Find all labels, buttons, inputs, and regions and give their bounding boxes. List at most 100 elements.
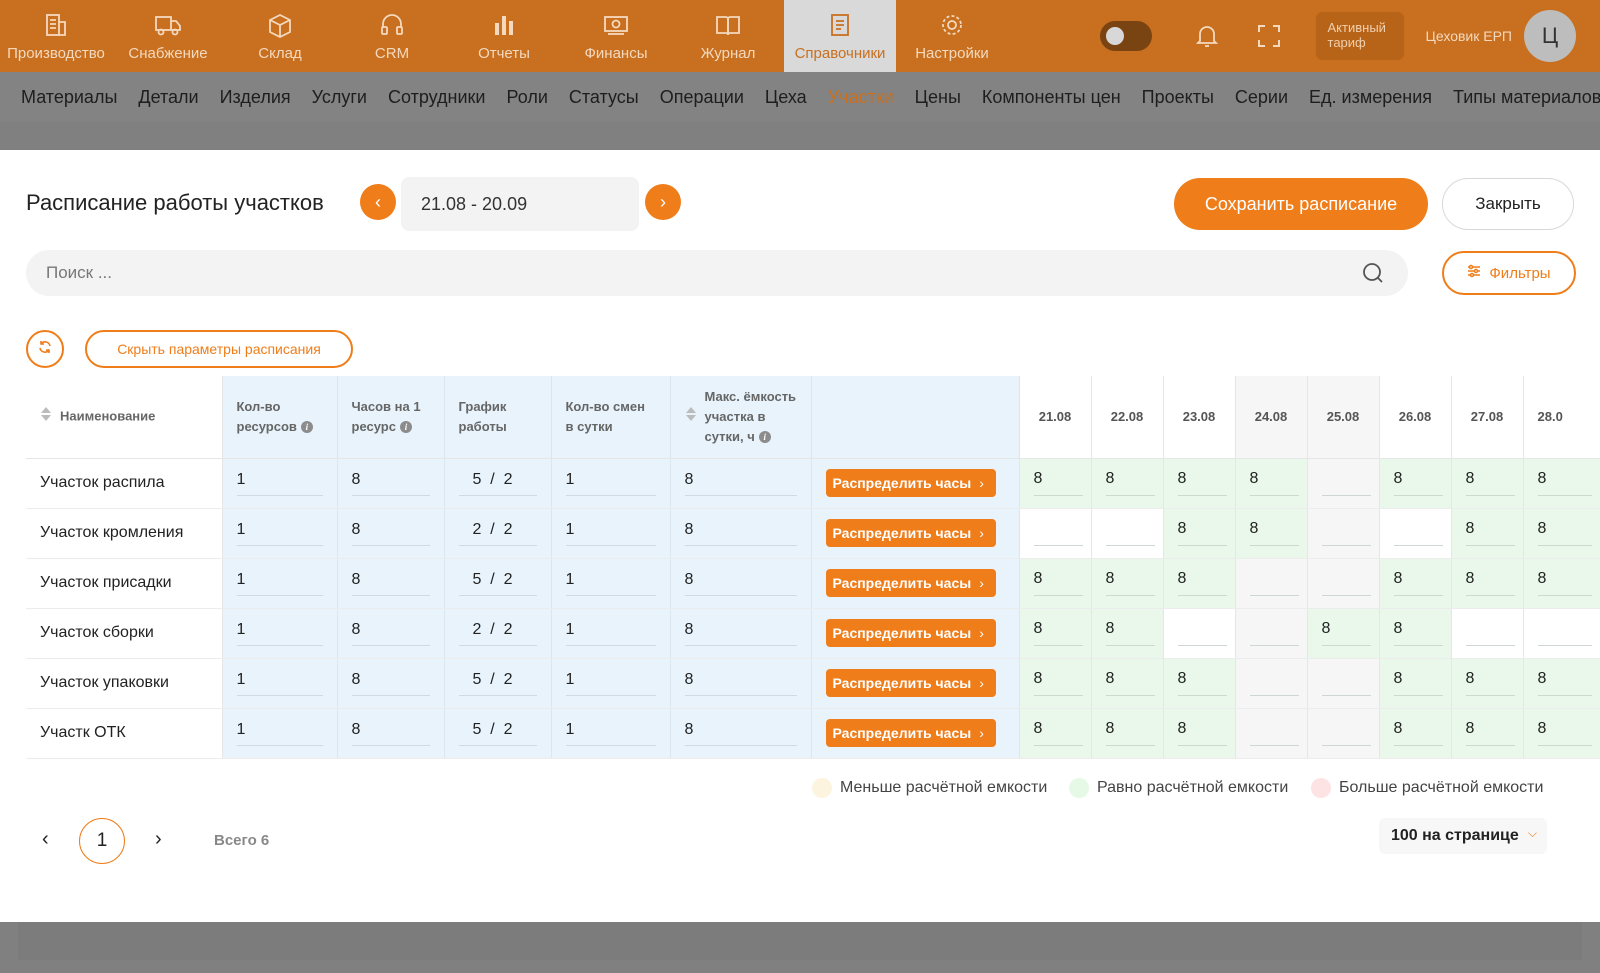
filters-button[interactable]: Фильтры bbox=[1442, 251, 1576, 295]
schedule-input[interactable]: 5 / 2 bbox=[458, 671, 537, 696]
distribute-hours-button[interactable]: Распределить часы › bbox=[825, 569, 996, 597]
subnav-item[interactable]: Цены bbox=[915, 87, 961, 108]
avatar[interactable]: Ц bbox=[1524, 10, 1576, 62]
schedule-input[interactable]: 2 / 2 bbox=[458, 521, 537, 546]
day-hours-input[interactable]: 8 bbox=[1537, 520, 1592, 546]
page-1-button[interactable]: 1 bbox=[79, 818, 125, 864]
schedule-input[interactable]: 5 / 2 bbox=[458, 471, 537, 496]
date-range-field[interactable]: 21.08 - 20.09 bbox=[401, 177, 639, 231]
day-hours-input[interactable]: 8 bbox=[1249, 520, 1299, 546]
nav-item-warehouse[interactable]: Склад bbox=[224, 0, 336, 72]
search-input[interactable] bbox=[26, 250, 1326, 296]
save-schedule-button[interactable]: Сохранить расписание bbox=[1174, 178, 1428, 230]
info-icon[interactable]: i bbox=[300, 421, 313, 434]
day-hours-input[interactable]: 8 bbox=[1105, 670, 1155, 696]
prev-period-button[interactable]: ‹ bbox=[360, 184, 396, 220]
day-hours-input[interactable]: 8 bbox=[1033, 620, 1083, 646]
hide-schedule-params-button[interactable]: Скрыть параметры расписания bbox=[85, 330, 353, 368]
nav-item-journal[interactable]: Журнал bbox=[672, 0, 784, 72]
nav-item-references[interactable]: Справочники bbox=[784, 0, 896, 72]
subnav-item[interactable]: Операции bbox=[660, 87, 744, 108]
day-hours-input[interactable]: 8 bbox=[1321, 620, 1371, 646]
distribute-hours-button[interactable]: Распределить часы › bbox=[825, 469, 996, 497]
hours-input[interactable]: 8 bbox=[351, 571, 430, 596]
sort-icon[interactable] bbox=[40, 406, 52, 428]
subnav-item[interactable]: Ед. измерения bbox=[1309, 87, 1432, 108]
subnav-item[interactable]: Изделия bbox=[220, 87, 291, 108]
capacity-input[interactable]: 8 bbox=[684, 721, 797, 746]
day-hours-input[interactable]: 8 bbox=[1177, 520, 1227, 546]
day-hours-input[interactable] bbox=[1321, 670, 1371, 696]
prev-page-button[interactable]: ‹ bbox=[42, 828, 49, 851]
nav-item-supply[interactable]: Снабжение bbox=[112, 0, 224, 72]
distribute-hours-button[interactable]: Распределить часы › bbox=[825, 719, 996, 747]
user-name[interactable]: Цеховик ЕРП bbox=[1426, 28, 1512, 44]
day-hours-input[interactable]: 8 bbox=[1393, 670, 1443, 696]
day-hours-input[interactable] bbox=[1033, 520, 1083, 546]
subnav-item[interactable]: Услуги bbox=[312, 87, 367, 108]
subnav-item[interactable]: Типы материалов bbox=[1453, 87, 1600, 108]
day-hours-input[interactable]: 8 bbox=[1393, 470, 1443, 496]
day-hours-input[interactable] bbox=[1321, 570, 1371, 596]
capacity-input[interactable]: 8 bbox=[684, 671, 797, 696]
refresh-button[interactable] bbox=[26, 330, 64, 368]
resources-input[interactable]: 1 bbox=[236, 521, 323, 546]
hours-input[interactable]: 8 bbox=[351, 621, 430, 646]
subnav-item[interactable]: Роли bbox=[506, 87, 547, 108]
distribute-hours-button[interactable]: Распределить часы › bbox=[825, 519, 996, 547]
subnav-item[interactable]: Материалы bbox=[21, 87, 117, 108]
day-hours-input[interactable]: 8 bbox=[1537, 720, 1592, 746]
day-hours-input[interactable] bbox=[1177, 620, 1227, 646]
sort-icon[interactable] bbox=[685, 406, 697, 428]
day-hours-input[interactable]: 8 bbox=[1249, 470, 1299, 496]
day-hours-input[interactable] bbox=[1465, 620, 1515, 646]
info-icon[interactable]: i bbox=[758, 431, 771, 444]
next-period-button[interactable]: › bbox=[645, 184, 681, 220]
day-hours-input[interactable] bbox=[1249, 620, 1299, 646]
capacity-input[interactable]: 8 bbox=[684, 571, 797, 596]
subnav-item[interactable]: Компоненты цен bbox=[982, 87, 1121, 108]
day-hours-input[interactable]: 8 bbox=[1465, 520, 1515, 546]
column-header-capacity[interactable]: Макс. ёмкость участка в сутки, чi bbox=[670, 376, 812, 459]
capacity-input[interactable]: 8 bbox=[684, 471, 797, 496]
day-hours-input[interactable]: 8 bbox=[1033, 670, 1083, 696]
schedule-input[interactable]: 5 / 2 bbox=[458, 721, 537, 746]
day-hours-input[interactable]: 8 bbox=[1105, 470, 1155, 496]
shifts-input[interactable]: 1 bbox=[565, 671, 656, 696]
bell-icon[interactable] bbox=[1192, 21, 1222, 51]
schedule-input[interactable]: 2 / 2 bbox=[458, 621, 537, 646]
day-hours-input[interactable]: 8 bbox=[1393, 720, 1443, 746]
shifts-input[interactable]: 1 bbox=[565, 521, 656, 546]
nav-item-settings[interactable]: Настройки bbox=[896, 0, 1008, 72]
close-button[interactable]: Закрыть bbox=[1442, 178, 1574, 230]
day-hours-input[interactable]: 8 bbox=[1465, 570, 1515, 596]
shifts-input[interactable]: 1 bbox=[565, 621, 656, 646]
day-hours-input[interactable] bbox=[1537, 620, 1592, 646]
day-hours-input[interactable] bbox=[1249, 720, 1299, 746]
day-hours-input[interactable]: 8 bbox=[1177, 720, 1227, 746]
day-hours-input[interactable]: 8 bbox=[1465, 670, 1515, 696]
resources-input[interactable]: 1 bbox=[236, 621, 323, 646]
shifts-input[interactable]: 1 bbox=[565, 571, 656, 596]
day-hours-input[interactable]: 8 bbox=[1393, 620, 1443, 646]
day-hours-input[interactable] bbox=[1249, 670, 1299, 696]
day-hours-input[interactable]: 8 bbox=[1105, 720, 1155, 746]
column-header-name[interactable]: Наименование bbox=[26, 376, 223, 459]
hours-input[interactable]: 8 bbox=[351, 471, 430, 496]
nav-item-finance[interactable]: Финансы bbox=[560, 0, 672, 72]
day-hours-input[interactable]: 8 bbox=[1105, 620, 1155, 646]
day-hours-input[interactable] bbox=[1321, 470, 1371, 496]
active-tariff-badge[interactable]: Активный тариф bbox=[1315, 12, 1404, 60]
subnav-item[interactable]: Детали bbox=[138, 87, 198, 108]
day-hours-input[interactable] bbox=[1393, 520, 1443, 546]
fullscreen-icon[interactable] bbox=[1254, 21, 1284, 51]
day-hours-input[interactable]: 8 bbox=[1105, 570, 1155, 596]
next-page-button[interactable]: › bbox=[155, 828, 162, 851]
distribute-hours-button[interactable]: Распределить часы › bbox=[825, 619, 996, 647]
resources-input[interactable]: 1 bbox=[236, 571, 323, 596]
info-icon[interactable]: i bbox=[399, 421, 412, 434]
hours-input[interactable]: 8 bbox=[351, 721, 430, 746]
day-hours-input[interactable]: 8 bbox=[1177, 470, 1227, 496]
search-icon[interactable] bbox=[1362, 262, 1384, 289]
day-hours-input[interactable]: 8 bbox=[1537, 470, 1592, 496]
